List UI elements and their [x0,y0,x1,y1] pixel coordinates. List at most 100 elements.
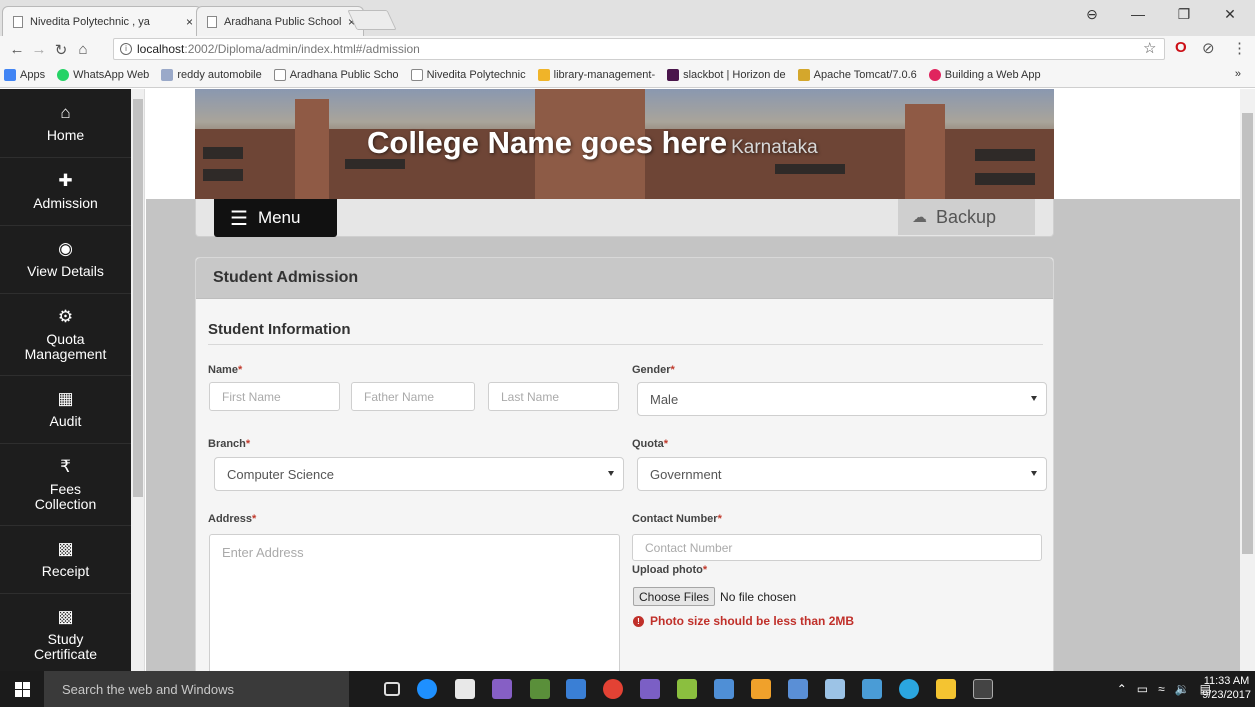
chrome-icon[interactable] [603,679,623,699]
bookmarks-bar: Apps WhatsApp Web reddy automobile Aradh… [0,63,1255,88]
profile-icon[interactable]: ⊖ [1069,0,1115,28]
choose-files-button[interactable]: Choose Files [633,587,716,606]
sidebar-scrollbar[interactable] [131,89,145,671]
volume-icon[interactable]: 🔉 [1175,682,1190,696]
branch-select[interactable]: Computer Science [214,457,624,491]
back-icon[interactable]: ← [6,41,28,58]
close-window-button[interactable]: ✕ [1207,0,1253,28]
sidebar-item-study-certificate[interactable]: ▩ Study Certificate [0,594,131,671]
minimize-button[interactable]: — [1115,0,1161,28]
forward-icon[interactable]: → [28,41,50,58]
opera-icon[interactable]: O [1175,39,1187,56]
sidebar-item-home[interactable]: ⌂ Home [0,89,131,158]
network-icon[interactable]: ▭ [1137,682,1148,696]
task-view-icon[interactable] [384,682,400,696]
wifi-icon[interactable]: ≈ [1158,682,1165,696]
home-icon[interactable]: ⌂ [72,41,94,58]
name-label: Name* [208,364,243,376]
backup-button[interactable]: ☁ Backup [898,199,1035,235]
url-input[interactable]: i localhost:2002/Diploma/admin/index.htm… [113,38,1165,60]
browser-tab-nivedita[interactable]: Nivedita Polytechnic , ya × [2,6,202,36]
chevron-up-icon[interactable]: ⌃ [1117,682,1127,696]
app-icon[interactable] [751,679,771,699]
first-name-input[interactable]: First Name [209,382,340,411]
bookmark-tomcat[interactable]: Apache Tomcat/7.0.6 [797,69,917,81]
restore-button[interactable]: ❐ [1161,0,1207,28]
bookmark-nivedita[interactable]: Nivedita Polytechnic [410,69,526,81]
chrome-menu-icon[interactable]: ⋮ [1232,39,1247,57]
file-status-text: No file chosen [720,589,797,604]
grid-icon: ▦ [57,389,74,408]
gender-select[interactable]: Male [637,382,1047,416]
exclamation-icon: ! [633,615,644,627]
father-name-input[interactable]: Father Name [351,382,475,411]
browser-tab-aradhana[interactable]: Aradhana Public School × [196,6,364,36]
app-icon[interactable] [566,679,586,699]
bookmark-whatsapp[interactable]: WhatsApp Web [57,69,149,81]
sidebar-item-fees-collection[interactable]: ₹ Fees Collection [0,444,131,526]
bookmark-reddy[interactable]: reddy automobile [161,69,262,81]
new-tab-button[interactable] [347,10,397,30]
sidebar-item-view-details[interactable]: ◉ View Details [0,226,131,294]
taskbar-clock[interactable]: 11:33 AM 9/23/2017 [1202,674,1251,702]
file-explorer-icon[interactable] [936,679,956,699]
store-icon[interactable] [455,679,475,699]
sidebar-item-admission[interactable]: ✚ Admission [0,158,131,226]
photo-size-warning: ! Photo size should be less than 2MB [633,614,854,628]
bookmark-slackbot[interactable]: slackbot | Horizon de [667,69,786,81]
page-viewport: ⌂ Home ✚ Admission ◉ View Details ⚙ Quot… [0,89,1255,671]
taskbar-search-input[interactable]: Search the web and Windows [44,671,349,707]
bookmark-webapp[interactable]: Building a Web App [928,69,1041,81]
app-icon[interactable] [677,679,697,699]
visual-studio-icon[interactable] [492,679,512,699]
skype-icon[interactable] [899,679,919,699]
sidebar-item-label: Admission [33,195,98,211]
app-icon[interactable] [788,679,808,699]
app-icon[interactable] [530,679,550,699]
library-icon [537,69,550,81]
block-icon[interactable]: ⊘ [1202,39,1215,57]
college-banner: College Name goes here Karnataka [195,89,1054,199]
info-icon[interactable]: i [120,43,132,55]
contact-number-input[interactable]: Contact Number [632,534,1042,561]
vs-code-icon[interactable] [640,679,660,699]
bookmark-apps[interactable]: Apps [4,69,45,81]
apps-icon [4,69,16,81]
menu-button[interactable]: ☰ Menu [214,199,337,237]
college-subtitle: Karnataka [731,137,818,158]
bookmark-library[interactable]: library-management- [537,69,655,81]
panel-title: Student Admission [196,258,1053,299]
gears-icon: ⚙ [57,306,74,326]
rupee-icon: ₹ [60,456,71,476]
tab-close-icon[interactable]: × [186,15,193,29]
address-textarea[interactable]: Enter Address [209,534,620,671]
sidebar-item-label: Audit [49,413,82,429]
money-icon: ▩ [57,607,74,626]
bookmark-aradhana[interactable]: Aradhana Public Scho [273,69,399,81]
reload-icon[interactable]: ↻ [50,41,72,59]
start-button[interactable] [0,671,44,707]
quota-select[interactable]: Government [637,457,1047,491]
scrollbar-thumb[interactable] [133,99,143,497]
page-icon [207,15,217,28]
app-icon[interactable] [825,679,845,699]
bookmarks-more-icon[interactable]: » [1235,68,1241,80]
scrollbar-thumb[interactable] [1242,113,1253,554]
chevron-down-icon [608,471,614,476]
edge-icon[interactable] [417,679,437,699]
app-icon[interactable] [714,679,734,699]
webstorm-icon[interactable] [862,679,882,699]
terminal-icon[interactable] [973,679,993,699]
last-name-input[interactable]: Last Name [488,382,619,411]
sidebar-item-audit[interactable]: ▦ Audit [0,376,131,444]
url-host: localhost [137,42,185,56]
star-icon[interactable]: ☆ [1143,39,1156,57]
sidebar-item-quota-management[interactable]: ⚙ Quota Management [0,294,131,376]
sidebar-item-receipt[interactable]: ▩ Receipt [0,526,131,594]
main-content: College Name goes here Karnataka ☰ Menu ☁… [146,89,1240,671]
page-icon [410,69,423,81]
clock-time: 11:33 AM [1203,675,1250,687]
page-scrollbar[interactable] [1240,89,1255,671]
tomcat-icon [797,69,810,81]
sidebar-item-label: View Details [27,263,104,279]
